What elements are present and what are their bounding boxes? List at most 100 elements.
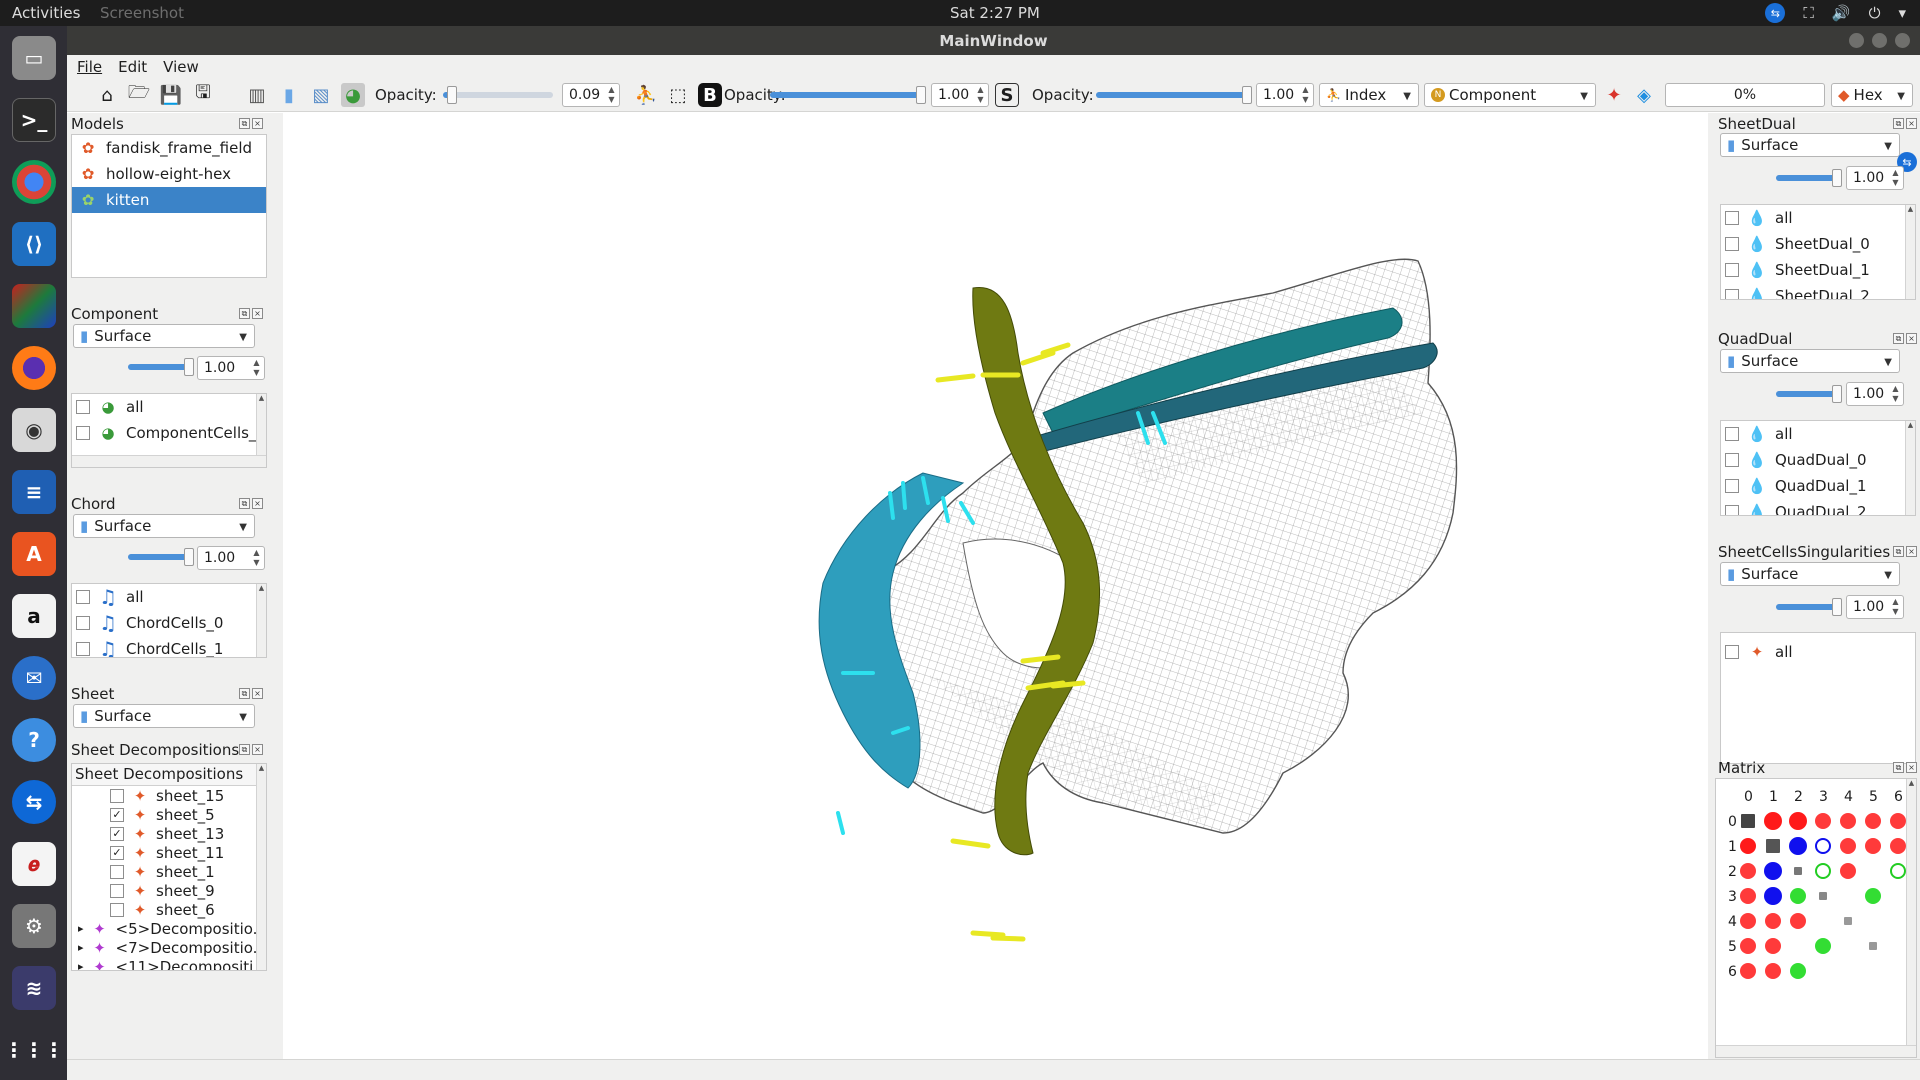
- checkbox[interactable]: [76, 616, 90, 630]
- terminal-icon[interactable]: >_: [12, 98, 56, 142]
- expand-arrow-icon[interactable]: ▸: [78, 941, 84, 954]
- chrome-icon[interactable]: [12, 160, 56, 204]
- matrix-cell[interactable]: [1815, 863, 1831, 879]
- chord-opacity-spinbox[interactable]: 1.00 ▲ ▼: [197, 546, 265, 570]
- clock[interactable]: Sat 2:27 PM: [950, 4, 1040, 22]
- checkbox[interactable]: [1725, 289, 1739, 299]
- float-icon[interactable]: ⧉: [1893, 762, 1904, 773]
- quaddual-list[interactable]: 💧 all 💧 QuadDual_0 💧 QuadDual_1 💧 QuadDual_2…: [1720, 420, 1916, 516]
- opacity-spinbox-1[interactable]: 0.09 ▲ ▼: [562, 83, 620, 107]
- opacity-spinbox-2[interactable]: 1.00 ▲ ▼: [931, 83, 989, 107]
- matrix-cell[interactable]: [1789, 812, 1807, 830]
- index-combo[interactable]: ⛹ Index ▼: [1319, 83, 1419, 107]
- spin-arrows-icon[interactable]: ▲ ▼: [1300, 85, 1311, 105]
- close-icon[interactable]: ×: [1906, 118, 1917, 129]
- speaker-icon[interactable]: ◉: [12, 408, 56, 452]
- checkbox[interactable]: [110, 864, 124, 879]
- list-item[interactable]: ◕ ComponentCells_0: [72, 420, 266, 446]
- tree-item[interactable]: ✓ ✦ sheet_5: [72, 805, 266, 824]
- spin-arrows-icon[interactable]: ▲ ▼: [251, 548, 262, 568]
- spin-arrows-icon[interactable]: ▲ ▼: [251, 358, 262, 378]
- spin-arrows-icon[interactable]: ▲ ▼: [975, 85, 986, 105]
- volume-icon[interactable]: 🔊: [1832, 4, 1851, 22]
- opacity-slider-3[interactable]: [1096, 86, 1252, 104]
- checkbox[interactable]: [1725, 645, 1739, 659]
- chord-list[interactable]: ♫ all ♫ ChordCells_0 ♫ ChordCells_1 ▲: [71, 583, 267, 658]
- teamviewer-tray-icon[interactable]: ⇆: [1765, 3, 1786, 23]
- checkbox[interactable]: [76, 642, 90, 656]
- matrix-cell[interactable]: [1890, 863, 1906, 879]
- expand-arrow-icon[interactable]: ▸: [78, 922, 84, 935]
- sheetdual-list[interactable]: 💧 all 💧 SheetDual_0 💧 SheetDual_1 💧 SheetDua…: [1720, 204, 1916, 300]
- matrix-cell[interactable]: [1740, 938, 1756, 954]
- matrix-cell[interactable]: [1815, 838, 1831, 854]
- checkbox[interactable]: [76, 400, 90, 414]
- component-opacity-slider[interactable]: [128, 358, 194, 376]
- close-icon[interactable]: ×: [252, 308, 263, 319]
- float-icon[interactable]: ⧉: [239, 498, 250, 509]
- expand-arrow-icon[interactable]: ▸: [78, 960, 84, 970]
- evince-icon[interactable]: 𝒆: [12, 842, 56, 886]
- wire-solid-icon[interactable]: ▧: [309, 83, 333, 107]
- files-icon[interactable]: ▭: [12, 36, 56, 80]
- dock-buttons[interactable]: ⧉ ×: [1893, 762, 1917, 773]
- matrix-cell[interactable]: [1789, 837, 1807, 855]
- singularities-mode-combo[interactable]: ▮ Surface ▼: [1720, 562, 1900, 586]
- maximize-button[interactable]: [1872, 33, 1887, 48]
- thunderbird-icon[interactable]: ✉: [12, 656, 56, 700]
- tree-item[interactable]: ✦ sheet_6: [72, 900, 266, 919]
- minimize-button[interactable]: [1849, 33, 1864, 48]
- checkbox[interactable]: [76, 426, 90, 440]
- matrix-cell[interactable]: [1764, 887, 1782, 905]
- singularities-list[interactable]: ✦ all: [1720, 632, 1916, 764]
- dock-buttons[interactable]: ⧉ ×: [239, 308, 263, 319]
- sheet-decompositions-tree[interactable]: Sheet Decompositions ✦ sheet_15 ✓ ✦ sheet_5 ✓…: [71, 763, 267, 971]
- menu-file[interactable]: File: [77, 58, 102, 76]
- float-icon[interactable]: ⧉: [239, 744, 250, 755]
- list-item[interactable]: 💧 QuadDual_2: [1721, 499, 1915, 515]
- close-icon[interactable]: ×: [1906, 333, 1917, 344]
- float-icon[interactable]: ⧉: [1893, 333, 1904, 344]
- dock-buttons[interactable]: ⧉ ×: [239, 118, 263, 129]
- float-icon[interactable]: ⧉: [239, 688, 250, 699]
- close-icon[interactable]: ×: [252, 688, 263, 699]
- quaddual-opacity-slider[interactable]: [1776, 385, 1842, 403]
- matrix-cell[interactable]: [1790, 963, 1806, 979]
- solid-icon[interactable]: ▮: [277, 83, 301, 107]
- horizontal-scrollbar[interactable]: [72, 455, 266, 467]
- checkbox[interactable]: [110, 788, 124, 803]
- list-item[interactable]: 💧 SheetDual_2: [1721, 283, 1915, 299]
- close-icon[interactable]: ×: [1906, 762, 1917, 773]
- s-icon[interactable]: S: [995, 83, 1019, 107]
- cube-icon[interactable]: ⬚: [666, 83, 690, 107]
- matrix-cell[interactable]: [1865, 888, 1881, 904]
- matrix-cell[interactable]: [1840, 838, 1856, 854]
- dock-buttons[interactable]: ⧉ ×: [239, 744, 263, 755]
- vertical-scrollbar[interactable]: ▲: [256, 764, 266, 970]
- matrix-cell[interactable]: [1765, 913, 1781, 929]
- matrix-cell[interactable]: [1740, 863, 1756, 879]
- close-button[interactable]: [1895, 33, 1910, 48]
- spin-arrows-icon[interactable]: ▲ ▼: [1890, 384, 1901, 404]
- help-icon[interactable]: ?: [12, 718, 56, 762]
- dock-buttons[interactable]: ⧉ ×: [1893, 118, 1917, 129]
- checkbox[interactable]: [1725, 211, 1739, 225]
- component-list[interactable]: ◕ all ◕ ComponentCells_0 ▲: [71, 393, 267, 468]
- float-icon[interactable]: ⧉: [1893, 546, 1904, 557]
- checkbox[interactable]: [1725, 263, 1739, 277]
- chord-mode-combo[interactable]: ▮ Surface ▼: [73, 514, 255, 538]
- model-item-selected[interactable]: ✿ kitten: [72, 187, 266, 213]
- matrix-cell[interactable]: [1819, 892, 1827, 900]
- component-combo[interactable]: N Component ▼: [1424, 83, 1596, 107]
- matrix-cell[interactable]: [1790, 888, 1806, 904]
- singularities-opacity-spinbox[interactable]: 1.00 ▲ ▼: [1846, 595, 1904, 619]
- stack-icon[interactable]: ≋: [12, 966, 56, 1010]
- list-item[interactable]: ◕ all: [72, 394, 266, 420]
- checkbox[interactable]: ✓: [110, 826, 124, 841]
- sheetdual-opacity-spinbox[interactable]: 1.00 ▲ ▼: [1846, 166, 1904, 190]
- save-icon[interactable]: 💾: [159, 83, 183, 107]
- matrix-cell[interactable]: [1766, 839, 1780, 853]
- vertical-scrollbar[interactable]: ▲: [256, 584, 266, 657]
- list-item[interactable]: ✦ all: [1721, 639, 1915, 665]
- checkbox[interactable]: [1725, 237, 1739, 251]
